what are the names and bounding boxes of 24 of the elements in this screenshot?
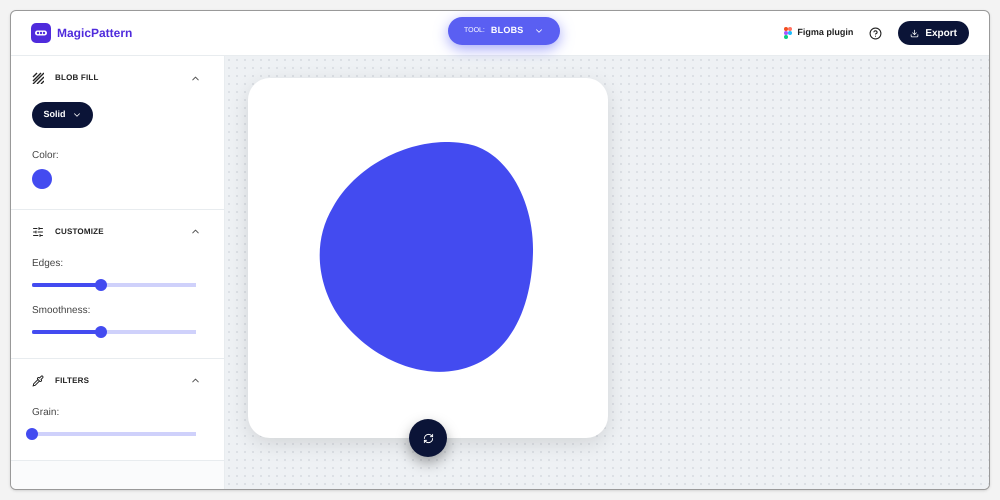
figma-logo-icon bbox=[784, 27, 792, 39]
figma-plugin-link[interactable]: Figma plugin bbox=[784, 26, 854, 40]
fill-dropdown[interactable]: Solid bbox=[32, 102, 93, 128]
section-title: BLOB FILL bbox=[55, 72, 99, 84]
hatch-icon bbox=[32, 72, 44, 84]
color-swatch[interactable] bbox=[32, 168, 52, 188]
export-button[interactable]: Export bbox=[898, 21, 969, 45]
slider-label: Edges: bbox=[32, 256, 64, 270]
section-title: FILTERS bbox=[55, 374, 90, 386]
slider-thumb[interactable] bbox=[94, 278, 107, 290]
slider-thumb[interactable] bbox=[94, 326, 107, 338]
regenerate-button[interactable] bbox=[409, 419, 447, 457]
sliders-icon bbox=[32, 226, 44, 238]
slider-label: Smoothness: bbox=[32, 304, 92, 318]
dropper-icon bbox=[32, 374, 44, 386]
logo-icon bbox=[31, 23, 51, 43]
slider-thumb[interactable] bbox=[26, 428, 38, 440]
color-label: Color: bbox=[32, 148, 60, 162]
slider-label: Grain: bbox=[32, 406, 60, 420]
refresh-icon bbox=[422, 432, 434, 444]
section-title: CUSTOMIZE bbox=[55, 226, 104, 238]
help-icon[interactable] bbox=[869, 26, 882, 40]
download-icon bbox=[910, 28, 920, 38]
brand-name[interactable]: MagicPattern bbox=[57, 24, 132, 42]
